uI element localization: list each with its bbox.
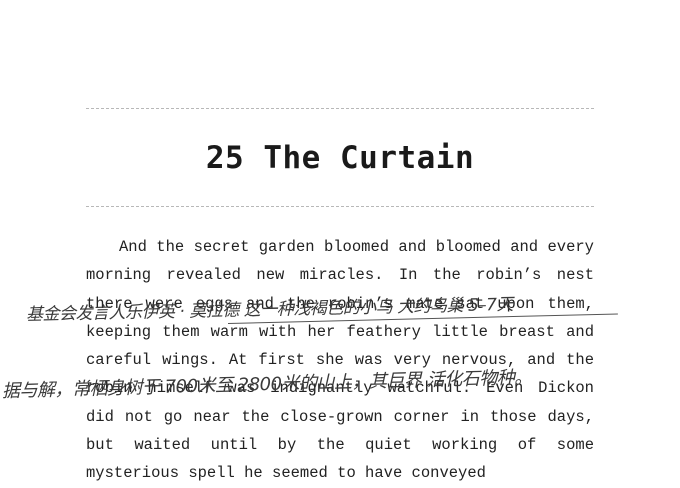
title-bottom-divider: [86, 206, 594, 207]
title-top-divider: [86, 108, 594, 109]
book-page: 25 The Curtain And the secret garden blo…: [0, 0, 680, 482]
body-paragraph: And the secret garden bloomed and bloome…: [86, 238, 594, 483]
chapter-title: 25 The Curtain: [205, 140, 475, 176]
